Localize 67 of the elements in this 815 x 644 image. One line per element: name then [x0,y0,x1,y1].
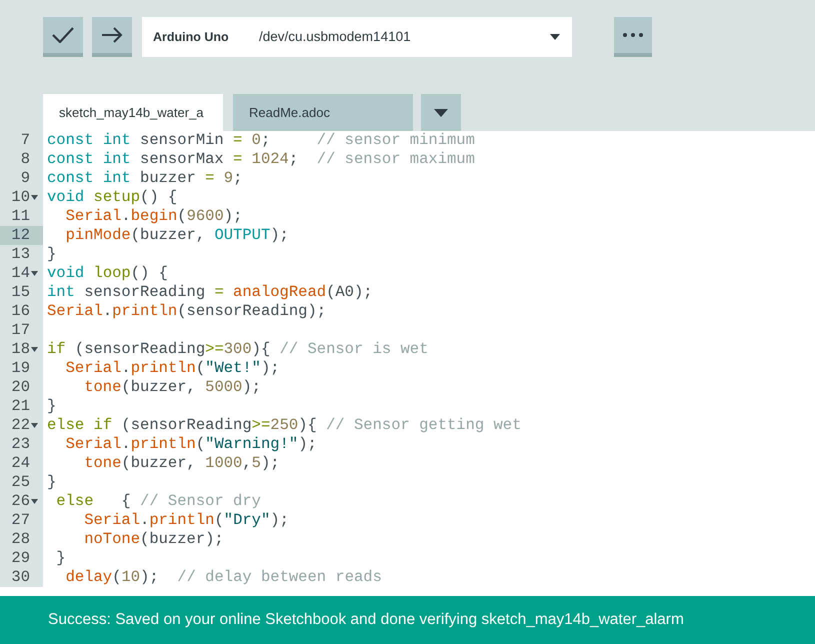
code-line: const int sensorMin = 0; // sensor minimum [46,131,475,150]
fold-arrow-icon[interactable] [31,271,38,276]
code-line: const int sensorMax = 1024; // sensor maximum [46,150,475,169]
line-number: 18 [11,340,30,359]
tabs-menu-button[interactable] [421,94,461,131]
code-line: if (sensorReading>=300){ // Sensor is wet [46,340,428,359]
line-number: 15 [11,283,30,302]
line-number: 12 [11,226,30,245]
line-number: 30 [11,568,30,587]
line-number: 28 [11,530,30,549]
line-number: 13 [11,245,30,264]
code-line: Serial.println("Dry"); [83,511,289,530]
code-line: else { // Sensor dry [55,492,261,511]
fold-arrow-icon[interactable] [31,499,38,504]
fold-arrow-icon[interactable] [31,423,38,428]
code-line: } [55,549,66,568]
line-number: 24 [11,454,30,473]
checkmark-icon [52,27,74,43]
code-line: } [46,245,56,264]
line-number: 27 [11,511,30,530]
line-number: 20 [11,378,30,397]
verify-button[interactable] [43,17,83,57]
line-number: 22 [11,416,30,435]
line-number: 17 [11,321,30,340]
ellipsis-icon [623,33,643,37]
line-number: 25 [11,473,30,492]
status-message: Success: Saved on your online Sketchbook and done verifying sketch_may14b_water_alarm [48,610,684,630]
fold-arrow-icon[interactable] [31,195,38,200]
code-line: } [46,397,56,416]
caret-down-icon [434,108,448,116]
code-line: Serial.println("Warning!"); [64,435,317,454]
line-number: 11 [11,207,30,226]
line-number: 7 [20,131,30,150]
board-selector[interactable]: Arduino Uno /dev/cu.usbmodem14101 [142,17,572,57]
line-number: 21 [11,397,30,416]
code-line: void loop() { [46,264,168,283]
code-line: Serial.println(sensorReading); [46,302,326,321]
dropdown-caret-icon [550,34,560,40]
code-line: delay(10); // delay between reads [64,568,382,587]
code-line: tone(buzzer, 1000,5); [83,454,280,473]
upload-button[interactable] [92,17,132,57]
code-line: void setup() { [46,188,178,207]
code-line: pinMode(buzzer, OUTPUT); [64,226,289,245]
code-line: noTone(buzzer); [83,530,224,549]
line-number: 8 [20,150,30,169]
line-number: 10 [11,188,30,207]
line-number: 29 [11,549,30,568]
code-line: Serial.println("Wet!"); [64,359,280,378]
code-line: const int buzzer = 9; [46,169,242,188]
code-line: else if (sensorReading>=250){ // Sensor getting wet [46,416,522,435]
file-tab[interactable]: sketch_may14b_water_a [43,94,223,131]
code-line: Serial.begin(9600); [64,207,242,226]
line-number: 9 [20,169,30,188]
code-line: } [46,473,56,492]
line-number: 23 [11,435,30,454]
board-name: Arduino Uno [153,28,230,46]
port-name: /dev/cu.usbmodem14101 [259,28,412,46]
more-button[interactable] [614,17,652,57]
fold-arrow-icon[interactable] [31,347,38,352]
line-number: 16 [11,302,30,321]
right-arrow-icon [101,27,123,43]
file-tab[interactable]: ReadMe.adoc [233,94,413,131]
code-line: int sensorReading = analogRead(A0); [46,283,373,302]
code-line: tone(buzzer, 5000); [83,378,261,397]
line-number: 19 [11,359,30,378]
line-number: 14 [11,264,30,283]
line-number: 26 [11,492,30,511]
